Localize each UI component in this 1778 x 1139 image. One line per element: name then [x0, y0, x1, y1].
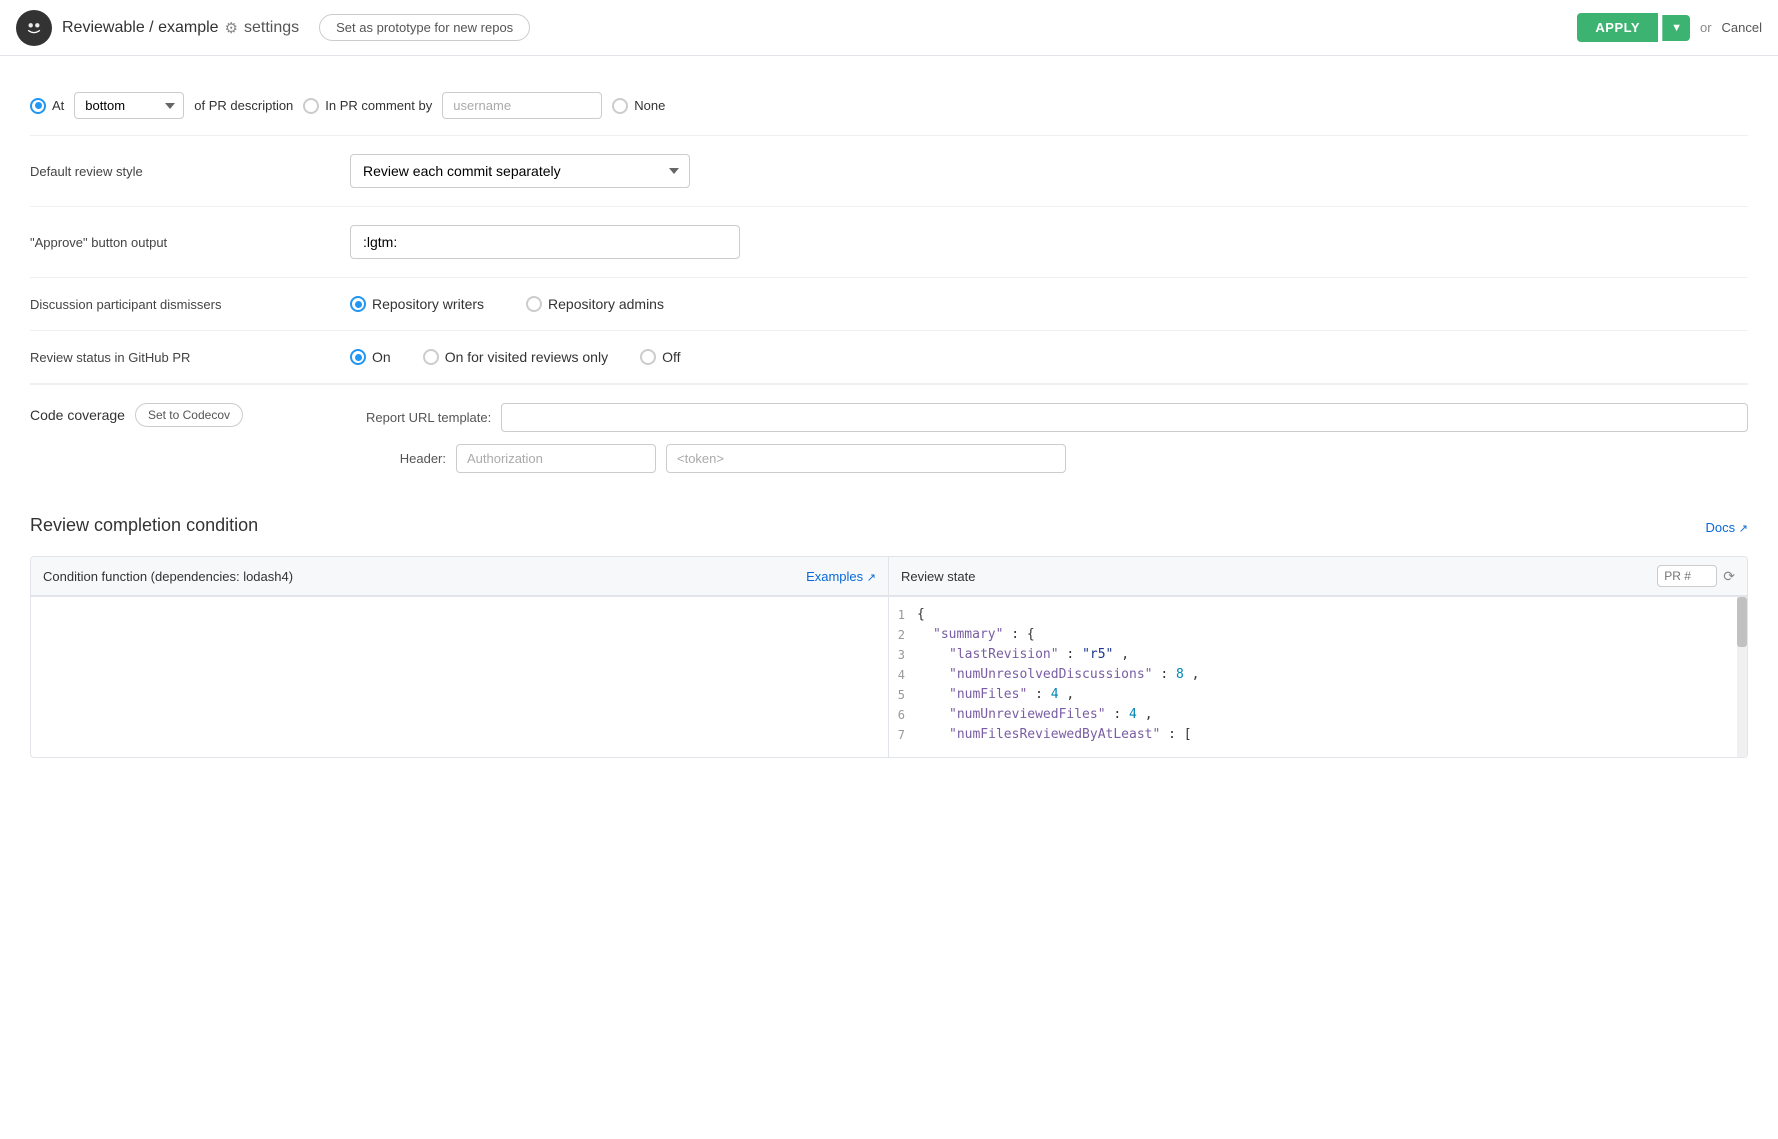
- review-completion-section: Review completion condition Docs ↗ Condi…: [30, 491, 1748, 782]
- dismissers-radio-writers[interactable]: Repository writers: [350, 296, 484, 312]
- placement-radio-3[interactable]: None: [612, 98, 665, 114]
- token-input[interactable]: [666, 444, 1066, 473]
- section-title-row: Review completion condition Docs ↗: [30, 515, 1748, 540]
- none-label: None: [634, 98, 665, 113]
- at-label: At: [52, 98, 64, 113]
- authorization-input[interactable]: [456, 444, 656, 473]
- external-link-icon: ↗: [1739, 523, 1748, 535]
- review-status-radio-visited[interactable]: On for visited reviews only: [423, 349, 608, 365]
- placement-row: At bottom top of PR description In PR co…: [30, 76, 1748, 136]
- or-label: or: [1700, 20, 1712, 35]
- approve-controls: [350, 225, 740, 259]
- in-pr-comment-label: In PR comment by: [325, 98, 432, 113]
- json-viewer: 1 { 2 "summary" : { 3: [889, 597, 1747, 757]
- review-status-radio-on[interactable]: On: [350, 349, 391, 365]
- approve-input[interactable]: [350, 225, 740, 259]
- coverage-header-row: Header:: [366, 444, 1748, 473]
- json-line-6: 6 "numUnreviewedFiles" : 4 ,: [889, 705, 1731, 725]
- completion-grid: Condition function (dependencies: lodash…: [30, 556, 1748, 758]
- json-line-7: 7 "numFilesReviewedByAtLeast" : [: [889, 725, 1731, 745]
- json-lines: 1 { 2 "summary" : { 3: [889, 597, 1747, 753]
- dismissers-controls: Repository writers Repository admins: [350, 296, 664, 312]
- condition-editor: [31, 597, 889, 757]
- report-url-input[interactable]: [501, 403, 1748, 432]
- refresh-icon[interactable]: ⟳: [1723, 568, 1735, 585]
- json-line-2: 2 "summary" : {: [889, 625, 1731, 645]
- scrollbar-thumb[interactable]: [1737, 597, 1747, 647]
- review-state-header: Review state ⟳: [889, 557, 1747, 596]
- review-state-label: Review state: [901, 569, 975, 584]
- completion-content: 1 { 2 "summary" : { 3: [31, 597, 1747, 757]
- writers-label: Repository writers: [372, 296, 484, 312]
- examples-link[interactable]: Examples ↗: [806, 569, 876, 584]
- approve-button-label: "Approve" button output: [30, 235, 350, 250]
- on-label: On: [372, 349, 391, 365]
- review-status-label: Review status in GitHub PR: [30, 350, 350, 365]
- placement-dropdown[interactable]: bottom top: [74, 92, 184, 119]
- dismissers-label: Discussion participant dismissers: [30, 297, 350, 312]
- review-status-controls: On On for visited reviews only Off: [350, 349, 681, 365]
- completion-title: Review completion condition: [30, 515, 258, 536]
- radio-circle-visited[interactable]: [423, 349, 439, 365]
- apply-dropdown-button[interactable]: ▼: [1662, 15, 1690, 41]
- radio-dot-on: [355, 354, 362, 361]
- completion-headers: Condition function (dependencies: lodash…: [31, 557, 1747, 597]
- radio-circle-at[interactable]: [30, 98, 46, 114]
- dismissers-section: Discussion participant dismissers Reposi…: [30, 278, 1748, 331]
- cancel-button[interactable]: Cancel: [1722, 20, 1762, 35]
- app-logo[interactable]: [16, 10, 52, 46]
- radio-dot-writers: [355, 301, 362, 308]
- placement-radio-2[interactable]: In PR comment by: [303, 98, 432, 114]
- radio-circle-admins[interactable]: [526, 296, 542, 312]
- visited-label: On for visited reviews only: [445, 349, 608, 365]
- radio-circle-writers[interactable]: [350, 296, 366, 312]
- placement-radio-1[interactable]: At: [30, 98, 64, 114]
- set-codecov-button[interactable]: Set to Codecov: [135, 403, 243, 427]
- scrollbar-track: [1737, 597, 1747, 757]
- header-label: Header:: [366, 451, 446, 466]
- prototype-button[interactable]: Set as prototype for new repos: [319, 14, 530, 41]
- username-input[interactable]: [442, 92, 602, 119]
- approve-button-section: "Approve" button output: [30, 207, 1748, 278]
- report-url-label: Report URL template:: [366, 410, 491, 425]
- json-line-4: 4 "numUnresolvedDiscussions" : 8 ,: [889, 665, 1731, 685]
- settings-label: settings: [244, 19, 299, 37]
- apply-button[interactable]: APPLY: [1577, 13, 1658, 42]
- default-review-style-section: Default review style Review each commit …: [30, 136, 1748, 207]
- code-coverage-section: Code coverage Set to Codecov Report URL …: [30, 384, 1748, 491]
- json-line-3: 3 "lastRevision" : "r5" ,: [889, 645, 1731, 665]
- review-style-controls: Review each commit separately Review all…: [350, 154, 690, 188]
- org-repo-title: Reviewable / example: [62, 19, 219, 37]
- json-line-5: 5 "numFiles" : 4 ,: [889, 685, 1731, 705]
- main-content: At bottom top of PR description In PR co…: [0, 56, 1778, 802]
- coverage-right: Report URL template: Header:: [366, 403, 1748, 473]
- of-pr-label: of PR description: [194, 98, 293, 113]
- coverage-url-row: Report URL template:: [366, 403, 1748, 432]
- condition-header: Condition function (dependencies: lodash…: [31, 557, 889, 596]
- radio-circle-none[interactable]: [612, 98, 628, 114]
- gear-icon: ⚙: [225, 19, 238, 37]
- default-review-style-label: Default review style: [30, 164, 350, 179]
- radio-circle-comment[interactable]: [303, 98, 319, 114]
- condition-textarea[interactable]: [39, 605, 880, 745]
- pr-controls: ⟳: [1657, 565, 1735, 587]
- radio-circle-on[interactable]: [350, 349, 366, 365]
- dismissers-radio-admins[interactable]: Repository admins: [526, 296, 664, 312]
- review-status-radio-off[interactable]: Off: [640, 349, 680, 365]
- apply-btn-group: APPLY ▼ or Cancel: [1577, 13, 1762, 42]
- navbar: Reviewable / example ⚙ settings Set as p…: [0, 0, 1778, 56]
- coverage-label: Code coverage: [30, 407, 125, 423]
- radio-dot-at: [35, 102, 42, 109]
- radio-circle-off[interactable]: [640, 349, 656, 365]
- review-status-section: Review status in GitHub PR On On for vis…: [30, 331, 1748, 384]
- docs-link[interactable]: Docs ↗: [1706, 520, 1748, 535]
- json-line-1: 1 {: [889, 605, 1731, 625]
- examples-external-icon: ↗: [867, 572, 876, 584]
- coverage-label-col: Code coverage Set to Codecov: [30, 403, 350, 427]
- condition-header-label: Condition function (dependencies: lodash…: [43, 569, 293, 584]
- admins-label: Repository admins: [548, 296, 664, 312]
- review-style-dropdown[interactable]: Review each commit separately Review all…: [350, 154, 690, 188]
- off-label: Off: [662, 349, 680, 365]
- pr-number-input[interactable]: [1657, 565, 1717, 587]
